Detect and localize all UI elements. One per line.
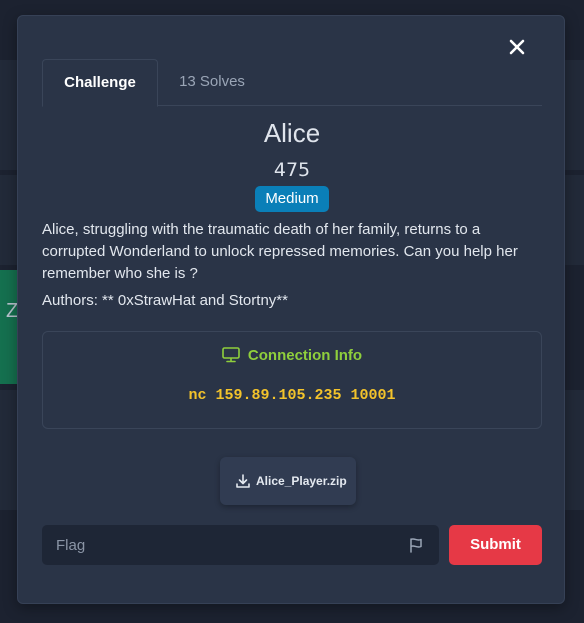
challenge-modal: Challenge 13 Solves Alice 475 Medium Ali…: [17, 15, 565, 604]
challenge-title: Alice: [263, 118, 321, 148]
monitor-icon: [222, 347, 240, 363]
background-solved-card: [0, 270, 18, 384]
connection-info-label: Connection Info: [247, 347, 363, 364]
flag-input[interactable]: [42, 525, 392, 565]
download-file-button[interactable]: Alice_Player.zip: [220, 457, 356, 505]
close-icon: [509, 39, 525, 55]
close-button[interactable]: [506, 36, 528, 58]
tab-solves[interactable]: 13 Solves: [156, 59, 268, 104]
connection-command: nc 159.89.105.235 10001: [188, 387, 396, 404]
download-file-label: Alice_Player.zip: [256, 474, 347, 488]
connection-info-heading: Connection Info: [43, 347, 541, 364]
tab-challenge[interactable]: Challenge: [42, 59, 158, 107]
difficulty-badge: Medium: [255, 186, 329, 212]
tab-bar: Challenge 13 Solves: [42, 59, 542, 107]
connection-info-panel: Connection Info nc 159.89.105.235 10001: [42, 331, 542, 429]
challenge-points: 475: [273, 159, 311, 181]
challenge-authors: Authors: ** 0xStrawHat and Stortny**: [42, 292, 288, 309]
download-icon: [236, 474, 250, 488]
flag-field: [42, 525, 439, 565]
challenge-description: Alice, struggling with the traumatic dea…: [42, 221, 518, 282]
flag-icon: [410, 538, 422, 553]
submit-button[interactable]: Submit: [449, 525, 542, 565]
